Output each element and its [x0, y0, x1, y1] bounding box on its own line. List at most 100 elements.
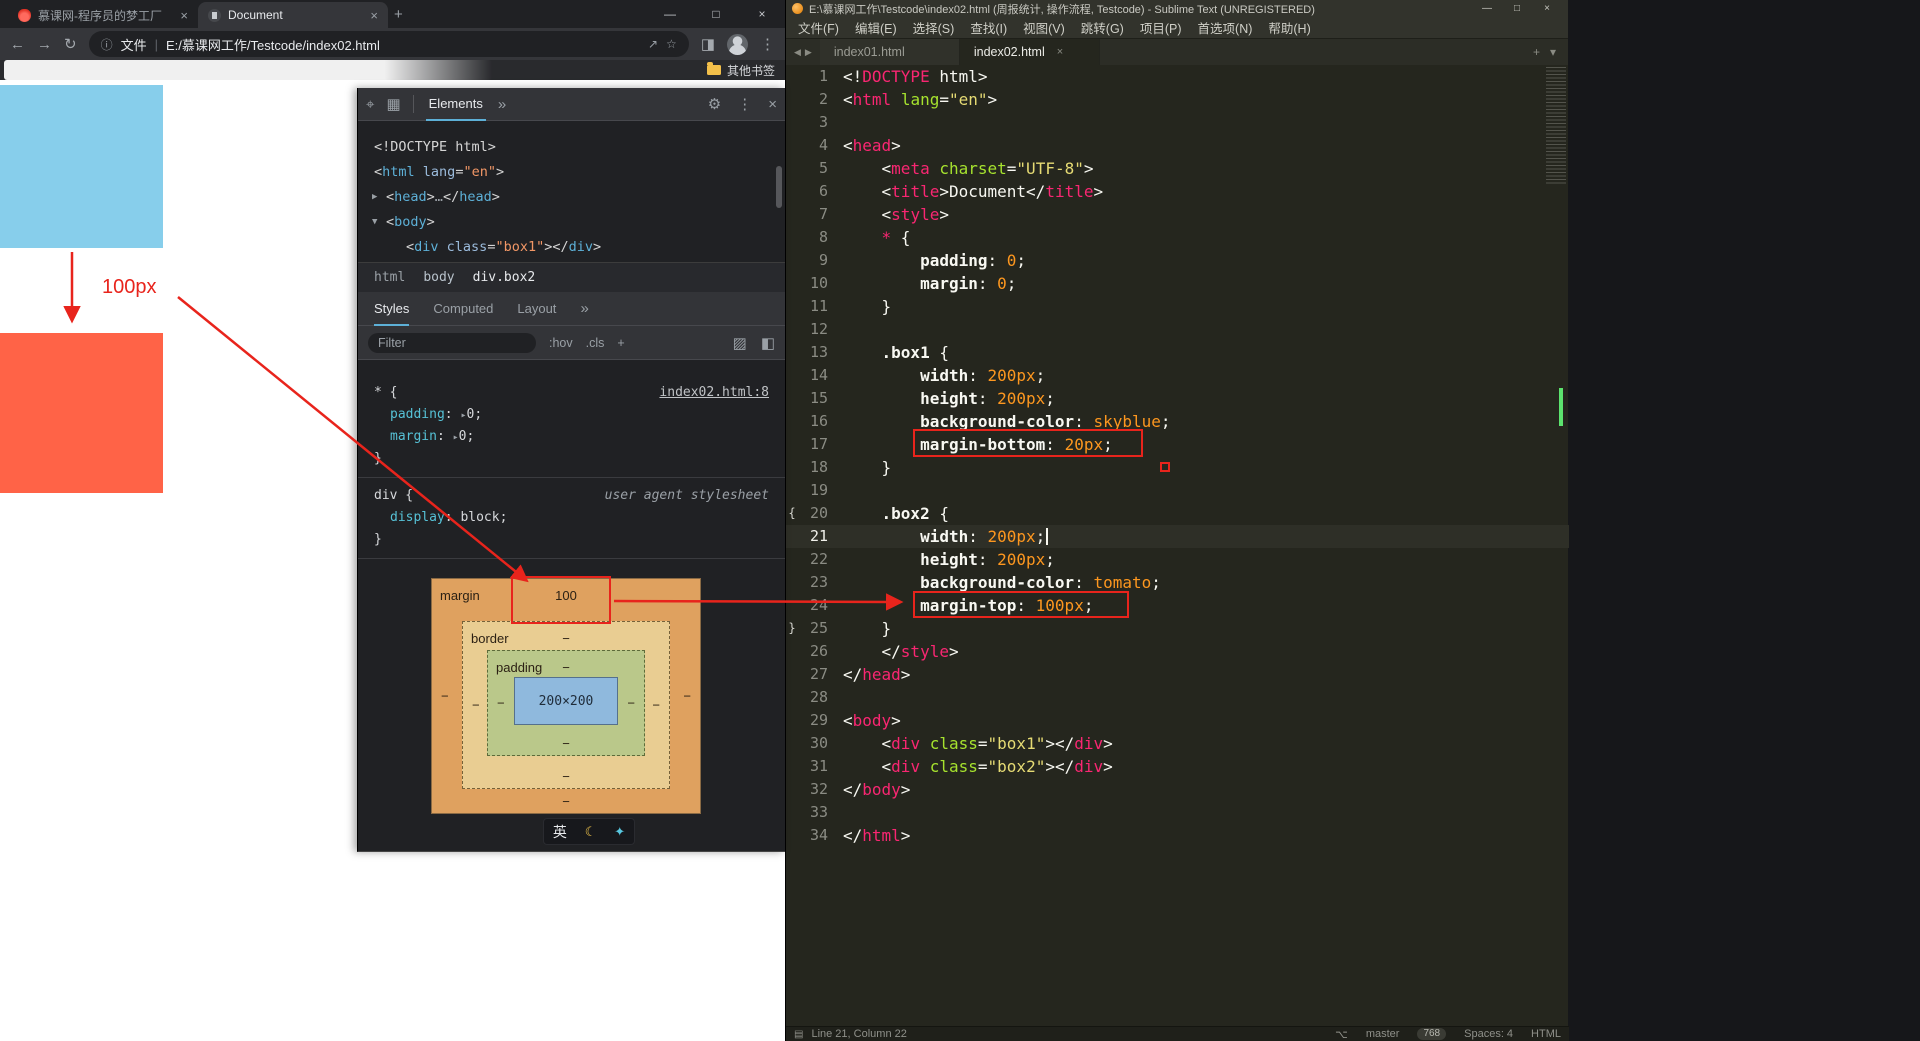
code-line[interactable]: 1 <!DOCTYPE html>: [786, 65, 1569, 88]
code-line[interactable]: 12: [786, 318, 1569, 341]
back-icon[interactable]: ←: [10, 36, 25, 53]
menu-item-7[interactable]: 首选项(N): [1190, 18, 1261, 37]
syntax-name[interactable]: HTML: [1531, 1028, 1561, 1040]
code-line[interactable]: 9 padding: 0;: [786, 249, 1569, 272]
tab-close-icon[interactable]: ×: [370, 8, 378, 23]
code-line[interactable]: 30 <div class="box1"></div>: [786, 732, 1569, 755]
code-line[interactable]: 3: [786, 111, 1569, 134]
menu-item-4[interactable]: 视图(V): [1015, 18, 1073, 37]
maximize-button[interactable]: □: [693, 0, 739, 28]
dom-tree-node[interactable]: <!DOCTYPE html>: [358, 135, 785, 160]
styles-filter-input[interactable]: Filter: [368, 332, 536, 353]
padding-right-value[interactable]: −: [627, 696, 635, 711]
code-line[interactable]: 13 .box1 {: [786, 341, 1569, 364]
menu-item-6[interactable]: 项目(P): [1132, 18, 1190, 37]
code-line[interactable]: 34 </html>: [786, 824, 1569, 847]
tab-elements[interactable]: Elements: [426, 88, 486, 121]
code-line[interactable]: 28: [786, 686, 1569, 709]
code-line[interactable]: 10 margin: 0;: [786, 272, 1569, 295]
menu-item-1[interactable]: 编辑(E): [847, 18, 905, 37]
code-line[interactable]: } 25 }: [786, 617, 1569, 640]
tab-close-icon[interactable]: ×: [180, 8, 188, 23]
code-line[interactable]: 21 width: 200px;: [786, 525, 1569, 548]
code-line[interactable]: 24 margin-top: 100px;: [786, 594, 1569, 617]
toggle-class-button[interactable]: .cls: [586, 336, 605, 350]
code-line[interactable]: 14 width: 200px;: [786, 364, 1569, 387]
settings-gear-icon[interactable]: ⚙: [708, 95, 721, 113]
padding-left-value[interactable]: −: [497, 696, 505, 711]
minimize-button[interactable]: —: [647, 0, 693, 28]
border-left-value[interactable]: −: [472, 698, 480, 713]
inspect-element-icon[interactable]: ⌖: [366, 96, 374, 113]
dom-tree-node[interactable]: ▶ <head>…</head>: [358, 185, 785, 210]
breadcrumb-body[interactable]: body: [423, 270, 454, 285]
code-line[interactable]: 15 height: 200px;: [786, 387, 1569, 410]
styles-more-tabs-icon[interactable]: »: [580, 300, 588, 317]
code-line[interactable]: 19: [786, 479, 1569, 502]
code-line[interactable]: 33: [786, 801, 1569, 824]
tab-layout[interactable]: Layout: [517, 292, 556, 326]
padding-top-value[interactable]: −: [562, 660, 570, 675]
style-rule-selector[interactable]: div {user agent stylesheet: [358, 485, 785, 507]
code-line[interactable]: {20 .box2 {: [786, 502, 1569, 525]
border-bottom-value[interactable]: −: [562, 769, 570, 784]
bookmark-star-icon[interactable]: ☆: [666, 37, 677, 51]
page-info-icon[interactable]: ⓘ: [101, 36, 113, 53]
margin-bottom-value[interactable]: −: [562, 794, 570, 809]
border-right-value[interactable]: −: [652, 698, 660, 713]
new-file-tab-button[interactable]: +: [1533, 45, 1540, 59]
devtools-kebab-icon[interactable]: ⋮: [737, 95, 752, 113]
style-source-link[interactable]: index02.html:8: [659, 382, 769, 404]
tab-styles[interactable]: Styles: [374, 292, 409, 326]
code-line[interactable]: 5 <meta charset="UTF-8">: [786, 157, 1569, 180]
device-toolbar-icon[interactable]: ▦: [386, 95, 400, 113]
menu-item-5[interactable]: 跳转(G): [1073, 18, 1132, 37]
box-model-diagram[interactable]: margin 100 − − − border − − − − padding …: [431, 578, 701, 814]
code-line[interactable]: 7 <style>: [786, 203, 1569, 226]
minimize-button[interactable]: —: [1472, 3, 1502, 14]
close-button[interactable]: ×: [1532, 3, 1562, 14]
browser-menu-kebab-icon[interactable]: ⋮: [760, 35, 775, 53]
other-bookmarks-label[interactable]: 其他书签: [727, 62, 775, 79]
margin-left-value[interactable]: −: [441, 689, 449, 704]
code-line[interactable]: 31 <div class="box2"></div>: [786, 755, 1569, 778]
style-declaration[interactable]: display: block;: [358, 507, 785, 529]
code-line[interactable]: 17 margin-bottom: 20px;: [786, 433, 1569, 456]
browser-tab-imooc[interactable]: 慕课网-程序员的梦工厂 ×: [8, 2, 198, 28]
breadcrumb-div.box2[interactable]: div.box2: [473, 270, 536, 285]
new-tab-button[interactable]: +: [394, 6, 403, 23]
dock-sidebar-icon[interactable]: ◧: [761, 334, 775, 352]
code-line[interactable]: 16 background-color: skyblue;: [786, 410, 1569, 433]
side-panel-icon[interactable]: ◨: [701, 35, 715, 53]
status-grid-icon[interactable]: ▤: [794, 1029, 803, 1040]
ime-moon-icon[interactable]: ☾: [585, 824, 597, 840]
address-bar[interactable]: ⓘ 文件 | E:/慕课网工作/Testcode/index02.html ↗ …: [88, 31, 689, 57]
close-button[interactable]: ×: [739, 0, 785, 28]
minimap[interactable]: [1546, 67, 1566, 1017]
editor-tab-index02.html[interactable]: index02.html ×: [959, 39, 1100, 65]
box-model-margin-layer[interactable]: margin 100 − − − border − − − − padding …: [431, 578, 701, 814]
menu-item-2[interactable]: 选择(S): [905, 18, 963, 37]
box-model-padding-layer[interactable]: padding − − − − 200×200: [487, 650, 645, 756]
git-branch-name[interactable]: master: [1366, 1028, 1400, 1040]
margin-top-value[interactable]: 100: [555, 588, 577, 603]
expand-closed-icon[interactable]: ▶: [372, 185, 377, 210]
editor-tab-index01.html[interactable]: index01.html: [819, 39, 960, 65]
code-line[interactable]: 22 height: 200px;: [786, 548, 1569, 571]
menu-item-3[interactable]: 查找(I): [962, 18, 1015, 37]
dom-tree-node[interactable]: <html lang="en">: [358, 160, 785, 185]
breadcrumb-html[interactable]: html: [374, 270, 405, 285]
tab-close-icon[interactable]: ×: [1057, 46, 1063, 58]
code-line[interactable]: 4 <head>: [786, 134, 1569, 157]
code-line[interactable]: 26 </style>: [786, 640, 1569, 663]
more-panels-icon[interactable]: »: [498, 96, 506, 113]
code-line[interactable]: 29 <body>: [786, 709, 1569, 732]
box-model-content[interactable]: 200×200: [514, 677, 618, 725]
dom-tree-node[interactable]: <div class="box1"></div>: [358, 235, 785, 260]
browser-tab-document[interactable]: Document ×: [198, 2, 388, 28]
share-icon[interactable]: ↗: [648, 37, 658, 51]
code-line[interactable]: 2 <html lang="en">: [786, 88, 1569, 111]
style-rule-selector[interactable]: * {index02.html:8: [358, 382, 785, 404]
menu-item-8[interactable]: 帮助(H): [1260, 18, 1318, 37]
tab-scroll-left-icon[interactable]: ◀: [794, 47, 801, 58]
